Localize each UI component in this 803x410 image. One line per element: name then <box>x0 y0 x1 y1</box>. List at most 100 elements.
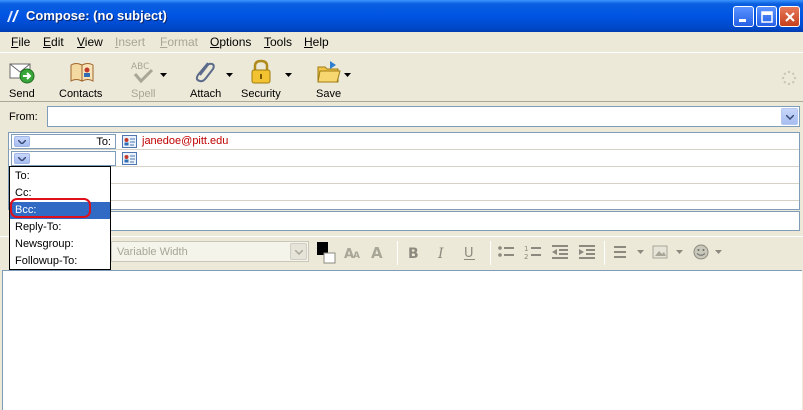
menu-help-rest: elp <box>312 35 329 49</box>
attach-label: Attach <box>190 88 222 100</box>
recipient-type-value: To: <box>96 136 111 148</box>
save-label: Save <box>316 88 342 100</box>
decrease-font-icon[interactable]: AA <box>343 243 361 261</box>
highlight-annotation <box>10 198 91 218</box>
menu-view-rest: iew <box>84 35 103 49</box>
address-book-icon <box>70 63 94 82</box>
title-bar[interactable]: Compose: (no subject) <box>0 0 803 32</box>
from-dropdown-button[interactable] <box>781 108 798 125</box>
indent-icon[interactable] <box>578 243 596 261</box>
spell-check-icon: ABC <box>131 62 154 84</box>
chevron-down-icon <box>786 115 794 120</box>
menu-file[interactable]: File <box>11 35 30 49</box>
menu-format[interactable]: Format <box>160 35 198 49</box>
maximize-button[interactable] <box>756 6 777 27</box>
recipient-type-list: To: Cc: Bcc: Reply-To: Newsgroup: Follow… <box>9 166 111 270</box>
security-dropdown-icon[interactable] <box>285 73 292 77</box>
smiley-dropdown-icon[interactable] <box>715 250 722 254</box>
address-list: To: janedoe@pitt.edu <box>8 132 800 210</box>
menu-edit[interactable]: Edit <box>43 35 64 49</box>
menu-view-key: V <box>77 35 85 49</box>
increase-font-icon[interactable]: A <box>370 243 388 261</box>
spell-button[interactable]: ABC Spell <box>125 57 165 101</box>
bullet-list-icon[interactable] <box>497 243 515 261</box>
underline-icon[interactable]: U <box>461 243 479 261</box>
menu-edit-key: E <box>43 35 52 49</box>
recipient-type-dropdown-button[interactable] <box>14 136 30 147</box>
insert-image-icon[interactable] <box>652 243 670 261</box>
minimize-icon <box>739 19 746 22</box>
save-dropdown-icon[interactable] <box>344 73 351 77</box>
menu-help[interactable]: Help <box>304 35 329 49</box>
text-color-icon[interactable] <box>316 241 338 265</box>
message-body[interactable] <box>2 270 802 410</box>
menu-options[interactable]: Options <box>210 35 251 49</box>
minimize-button[interactable] <box>733 6 754 27</box>
separator <box>490 241 491 265</box>
option-reply-to[interactable]: Reply-To: <box>10 219 110 236</box>
outdent-icon[interactable] <box>551 243 569 261</box>
recipient-address[interactable]: janedoe@pitt.edu <box>142 135 228 147</box>
contact-card-icon <box>122 135 137 148</box>
svg-text:1: 1 <box>524 245 528 253</box>
recipient-type-dropdown-button[interactable] <box>14 153 30 164</box>
from-label: From: <box>9 111 38 123</box>
svg-text:ABC: ABC <box>131 62 149 72</box>
font-select[interactable]: Variable Width <box>111 241 309 262</box>
padlock-icon <box>251 59 271 84</box>
security-button[interactable]: Security <box>238 57 284 101</box>
menu-format-rest: ormat <box>167 35 199 49</box>
contacts-label: Contacts <box>59 88 103 100</box>
close-icon <box>785 12 795 22</box>
send-button[interactable]: Send <box>6 57 38 101</box>
font-dropdown-button[interactable] <box>290 243 307 260</box>
window-title: Compose: (no subject) <box>26 8 167 23</box>
chevron-down-icon <box>18 140 26 144</box>
attach-dropdown-icon[interactable] <box>226 73 233 77</box>
svg-text:I: I <box>437 246 444 261</box>
contact-card-icon <box>122 152 137 165</box>
from-select[interactable] <box>47 106 800 127</box>
address-row <box>9 150 799 167</box>
address-row <box>9 184 799 201</box>
align-icon[interactable] <box>613 243 631 261</box>
svg-text:U: U <box>464 246 474 261</box>
separator <box>397 241 398 265</box>
menu-options-rest: ptions <box>219 35 252 49</box>
option-newsgroup[interactable]: Newsgroup: <box>10 236 110 253</box>
bold-icon[interactable]: B <box>405 243 423 261</box>
recipient-type-select[interactable] <box>11 151 116 166</box>
contacts-button[interactable]: Contacts <box>57 57 107 101</box>
menu-tools-rest: ools <box>270 35 293 49</box>
compose-pen-icon <box>7 10 19 22</box>
address-row <box>9 167 799 184</box>
format-toolbar: Variable Width AA A B I U 12 <box>0 236 803 268</box>
attach-button[interactable]: Attach <box>186 57 226 101</box>
menu-view[interactable]: View <box>77 35 103 49</box>
menu-insert[interactable]: Insert <box>115 35 145 49</box>
italic-icon[interactable]: I <box>433 243 451 261</box>
save-button[interactable]: Save <box>312 57 346 101</box>
send-label: Send <box>9 88 35 100</box>
option-followup-to[interactable]: Followup-To: <box>10 253 110 270</box>
send-icon <box>9 63 35 84</box>
security-label: Security <box>241 88 281 100</box>
paperclip-icon <box>195 62 215 83</box>
subject-input[interactable] <box>47 211 800 231</box>
smiley-icon[interactable] <box>692 243 710 261</box>
spell-dropdown-icon[interactable] <box>160 73 167 77</box>
close-button[interactable] <box>779 6 800 27</box>
address-row: To: janedoe@pitt.edu <box>9 133 799 150</box>
menu-tools[interactable]: Tools <box>264 35 292 49</box>
menu-bar: File Edit View Insert Format Options Too… <box>0 32 803 52</box>
insert-dropdown-icon[interactable] <box>676 250 683 254</box>
recipient-type-select[interactable]: To: <box>11 134 116 149</box>
option-to[interactable]: To: <box>10 168 110 185</box>
numbered-list-icon[interactable]: 12 <box>524 243 542 261</box>
menu-insert-rest: nsert <box>118 35 146 49</box>
svg-text:A: A <box>371 244 383 261</box>
svg-text:2: 2 <box>524 253 528 261</box>
save-folder-icon <box>317 61 341 83</box>
align-dropdown-icon[interactable] <box>637 250 644 254</box>
chevron-down-icon <box>295 250 303 255</box>
